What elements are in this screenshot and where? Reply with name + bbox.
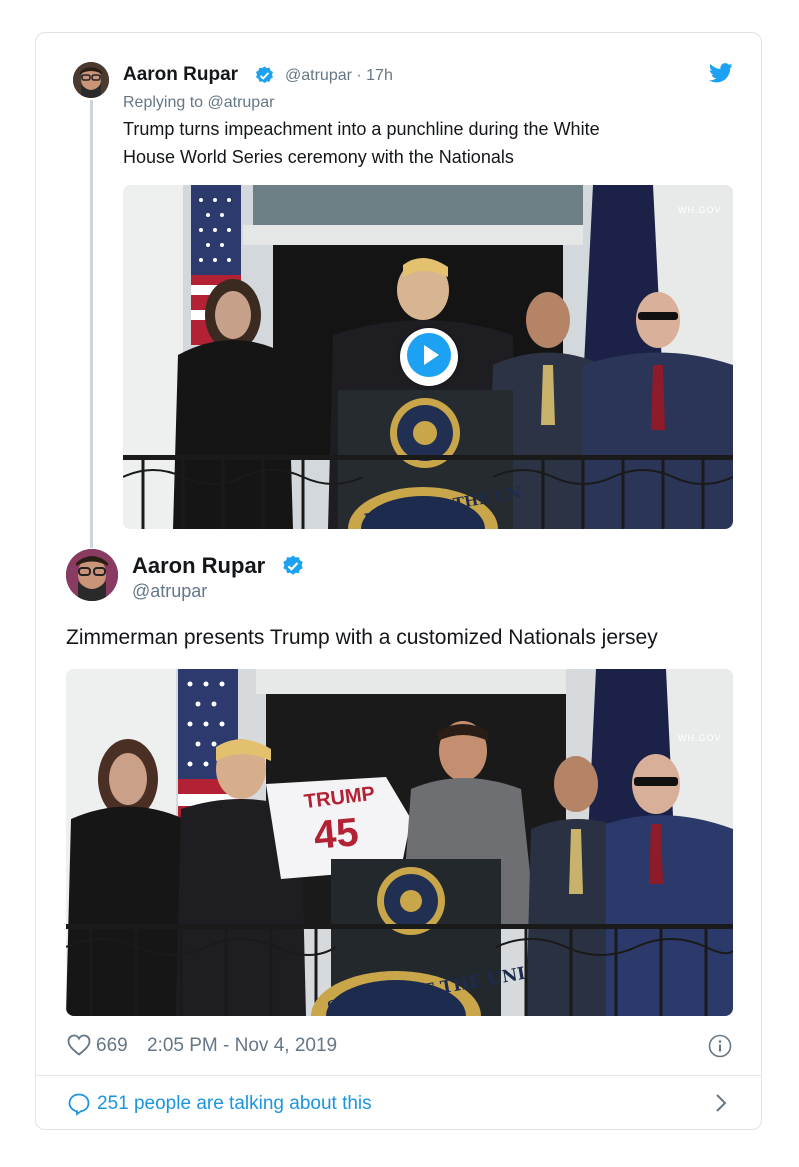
chevron-right-icon[interactable] bbox=[713, 1093, 729, 1118]
timestamp[interactable]: 2:05 PM - Nov 4, 2019 bbox=[147, 1035, 337, 1057]
wh-gov-watermark: WH.GOV bbox=[678, 205, 722, 215]
author-name[interactable]: Aaron Rupar bbox=[123, 64, 238, 86]
play-button[interactable] bbox=[400, 328, 458, 386]
speech-bubble-icon[interactable] bbox=[67, 1092, 91, 1121]
wh-gov-watermark: WH.GOV bbox=[678, 733, 722, 743]
verified-badge-icon bbox=[281, 554, 305, 583]
heart-icon[interactable] bbox=[67, 1034, 91, 1061]
tweet-text-line-2: House World Series ceremony with the Nat… bbox=[123, 147, 514, 167]
jersey-number: 45 bbox=[312, 810, 361, 858]
tweet-text-line-1: Trump turns impeachment into a punchline… bbox=[123, 119, 600, 139]
verified-badge-icon bbox=[254, 65, 275, 91]
handle[interactable]: @atrupar bbox=[132, 581, 207, 602]
handle-and-time[interactable]: @atrupar · 17h bbox=[285, 67, 393, 85]
tweet-photo[interactable]: TRUMP 45 WH.GOV SIDENT OF THE UNI bbox=[66, 669, 733, 1016]
tweet-text: Zimmerman presents Trump with a customiz… bbox=[66, 626, 658, 649]
twitter-bird-icon[interactable] bbox=[709, 63, 733, 88]
thread-line bbox=[90, 100, 93, 548]
author-name[interactable]: Aaron Rupar bbox=[132, 553, 265, 579]
info-icon[interactable] bbox=[708, 1034, 732, 1063]
talking-link[interactable]: 251 people are talking about this bbox=[97, 1093, 372, 1115]
photo-image bbox=[66, 669, 733, 1016]
avatar[interactable] bbox=[73, 62, 109, 98]
play-icon bbox=[406, 332, 452, 383]
footer-divider bbox=[36, 1075, 762, 1076]
replying-to[interactable]: Replying to @atrupar bbox=[123, 94, 274, 112]
like-count[interactable]: 669 bbox=[96, 1035, 128, 1057]
avatar[interactable] bbox=[66, 549, 118, 601]
